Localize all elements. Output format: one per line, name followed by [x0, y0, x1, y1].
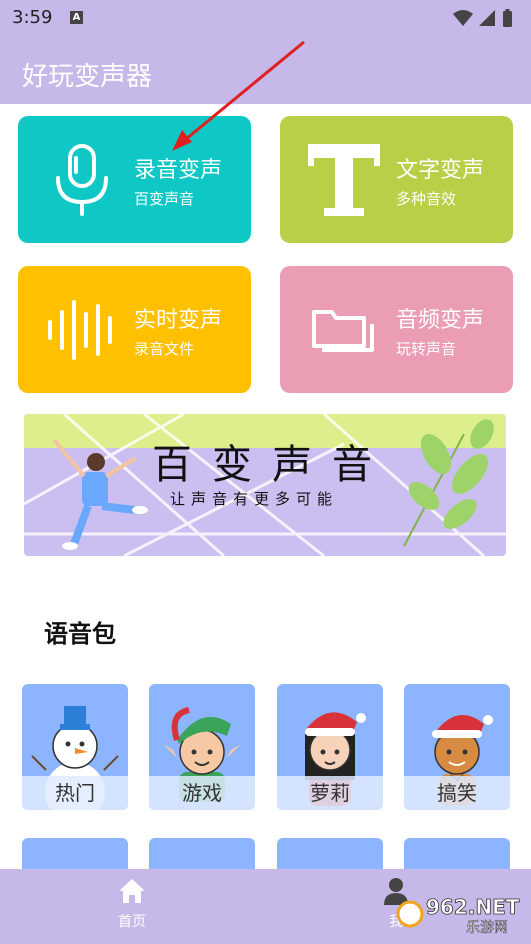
home-icon: [119, 879, 145, 903]
voice-packs-title: 语音包: [44, 620, 116, 648]
voice-pack-funny[interactable]: 搞笑: [404, 684, 510, 810]
status-bar: 3:59 A: [0, 0, 531, 38]
card-subtitle: 百变声音: [134, 190, 195, 208]
card-subtitle: 多种音效: [396, 190, 457, 208]
nav-home-label: 首页: [118, 914, 146, 930]
voice-pack-label: 热门: [22, 776, 128, 810]
app-title: 好玩变声器: [22, 62, 153, 92]
card-subtitle: 玩转声音: [396, 340, 457, 358]
banner-subheading: 让声音有更多可能: [170, 490, 339, 508]
voice-pack-loli[interactable]: 萝莉: [277, 684, 383, 810]
folder-icon: [312, 310, 374, 352]
watermark-sub: 乐游网: [466, 920, 508, 936]
text-t-icon: [308, 144, 380, 216]
card-subtitle: 录音文件: [134, 340, 195, 358]
annotation-arrow: [172, 40, 305, 151]
card-title: 音频变声: [396, 308, 485, 333]
text-voice-card[interactable]: 文字变声 多种音效: [280, 116, 513, 243]
voice-pack-label: 游戏: [149, 776, 255, 810]
sound-wave-icon: [48, 300, 112, 360]
card-title: 文字变声: [396, 158, 485, 183]
card-title: 实时变声: [134, 308, 223, 333]
status-icons: [451, 8, 517, 34]
watermark-text: 962.NET: [426, 895, 520, 919]
signal-icon: [479, 10, 495, 26]
wifi-icon: [453, 10, 473, 26]
notification-icon: A: [70, 11, 83, 24]
voice-pack-label: 萝莉: [277, 776, 383, 810]
battery-icon: [503, 11, 512, 27]
audio-voice-card[interactable]: 音频变声 玩转声音: [280, 266, 513, 393]
microphone-icon: [56, 144, 108, 216]
realtime-voice-card[interactable]: 实时变声 录音文件: [18, 266, 251, 393]
watermark-logo: 962.NET 乐游网: [396, 890, 526, 936]
status-time: 3:59: [12, 7, 53, 28]
voice-pack-game[interactable]: 游戏: [149, 684, 255, 810]
promo-banner[interactable]: 百变声音 让声音有更多可能: [24, 414, 506, 556]
banner-heading: 百变声音: [152, 442, 392, 488]
voice-pack-label: 搞笑: [404, 776, 510, 810]
voice-pack-hot[interactable]: 热门: [22, 684, 128, 810]
nav-home[interactable]: 首页: [104, 877, 160, 931]
